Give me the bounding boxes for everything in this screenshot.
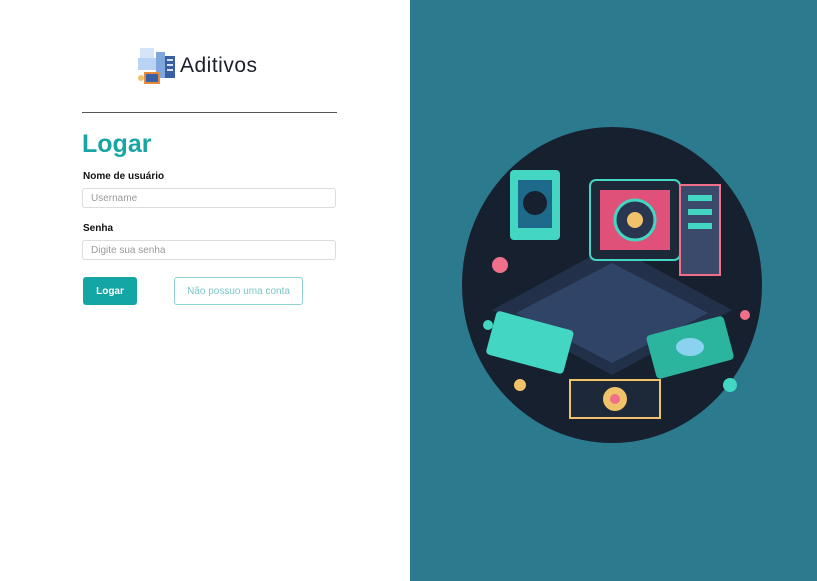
username-label: Nome de usuário (83, 171, 165, 182)
no-account-button[interactable]: Não possuo uma conta (174, 277, 303, 305)
login-panel: Aditivos Logar Nome de usuário Senha Log… (0, 0, 410, 581)
password-input[interactable] (82, 240, 336, 260)
password-label: Senha (83, 223, 114, 234)
illustration-panel (410, 0, 817, 581)
login-button[interactable]: Logar (83, 277, 137, 305)
brand: Aditivos (136, 44, 276, 88)
divider (82, 112, 337, 113)
username-input[interactable] (82, 188, 336, 208)
page-title: Logar (82, 130, 152, 158)
brand-name: Aditivos (180, 54, 258, 77)
tech-devices-illustration (462, 127, 762, 443)
server-computer-icon (138, 48, 175, 84)
